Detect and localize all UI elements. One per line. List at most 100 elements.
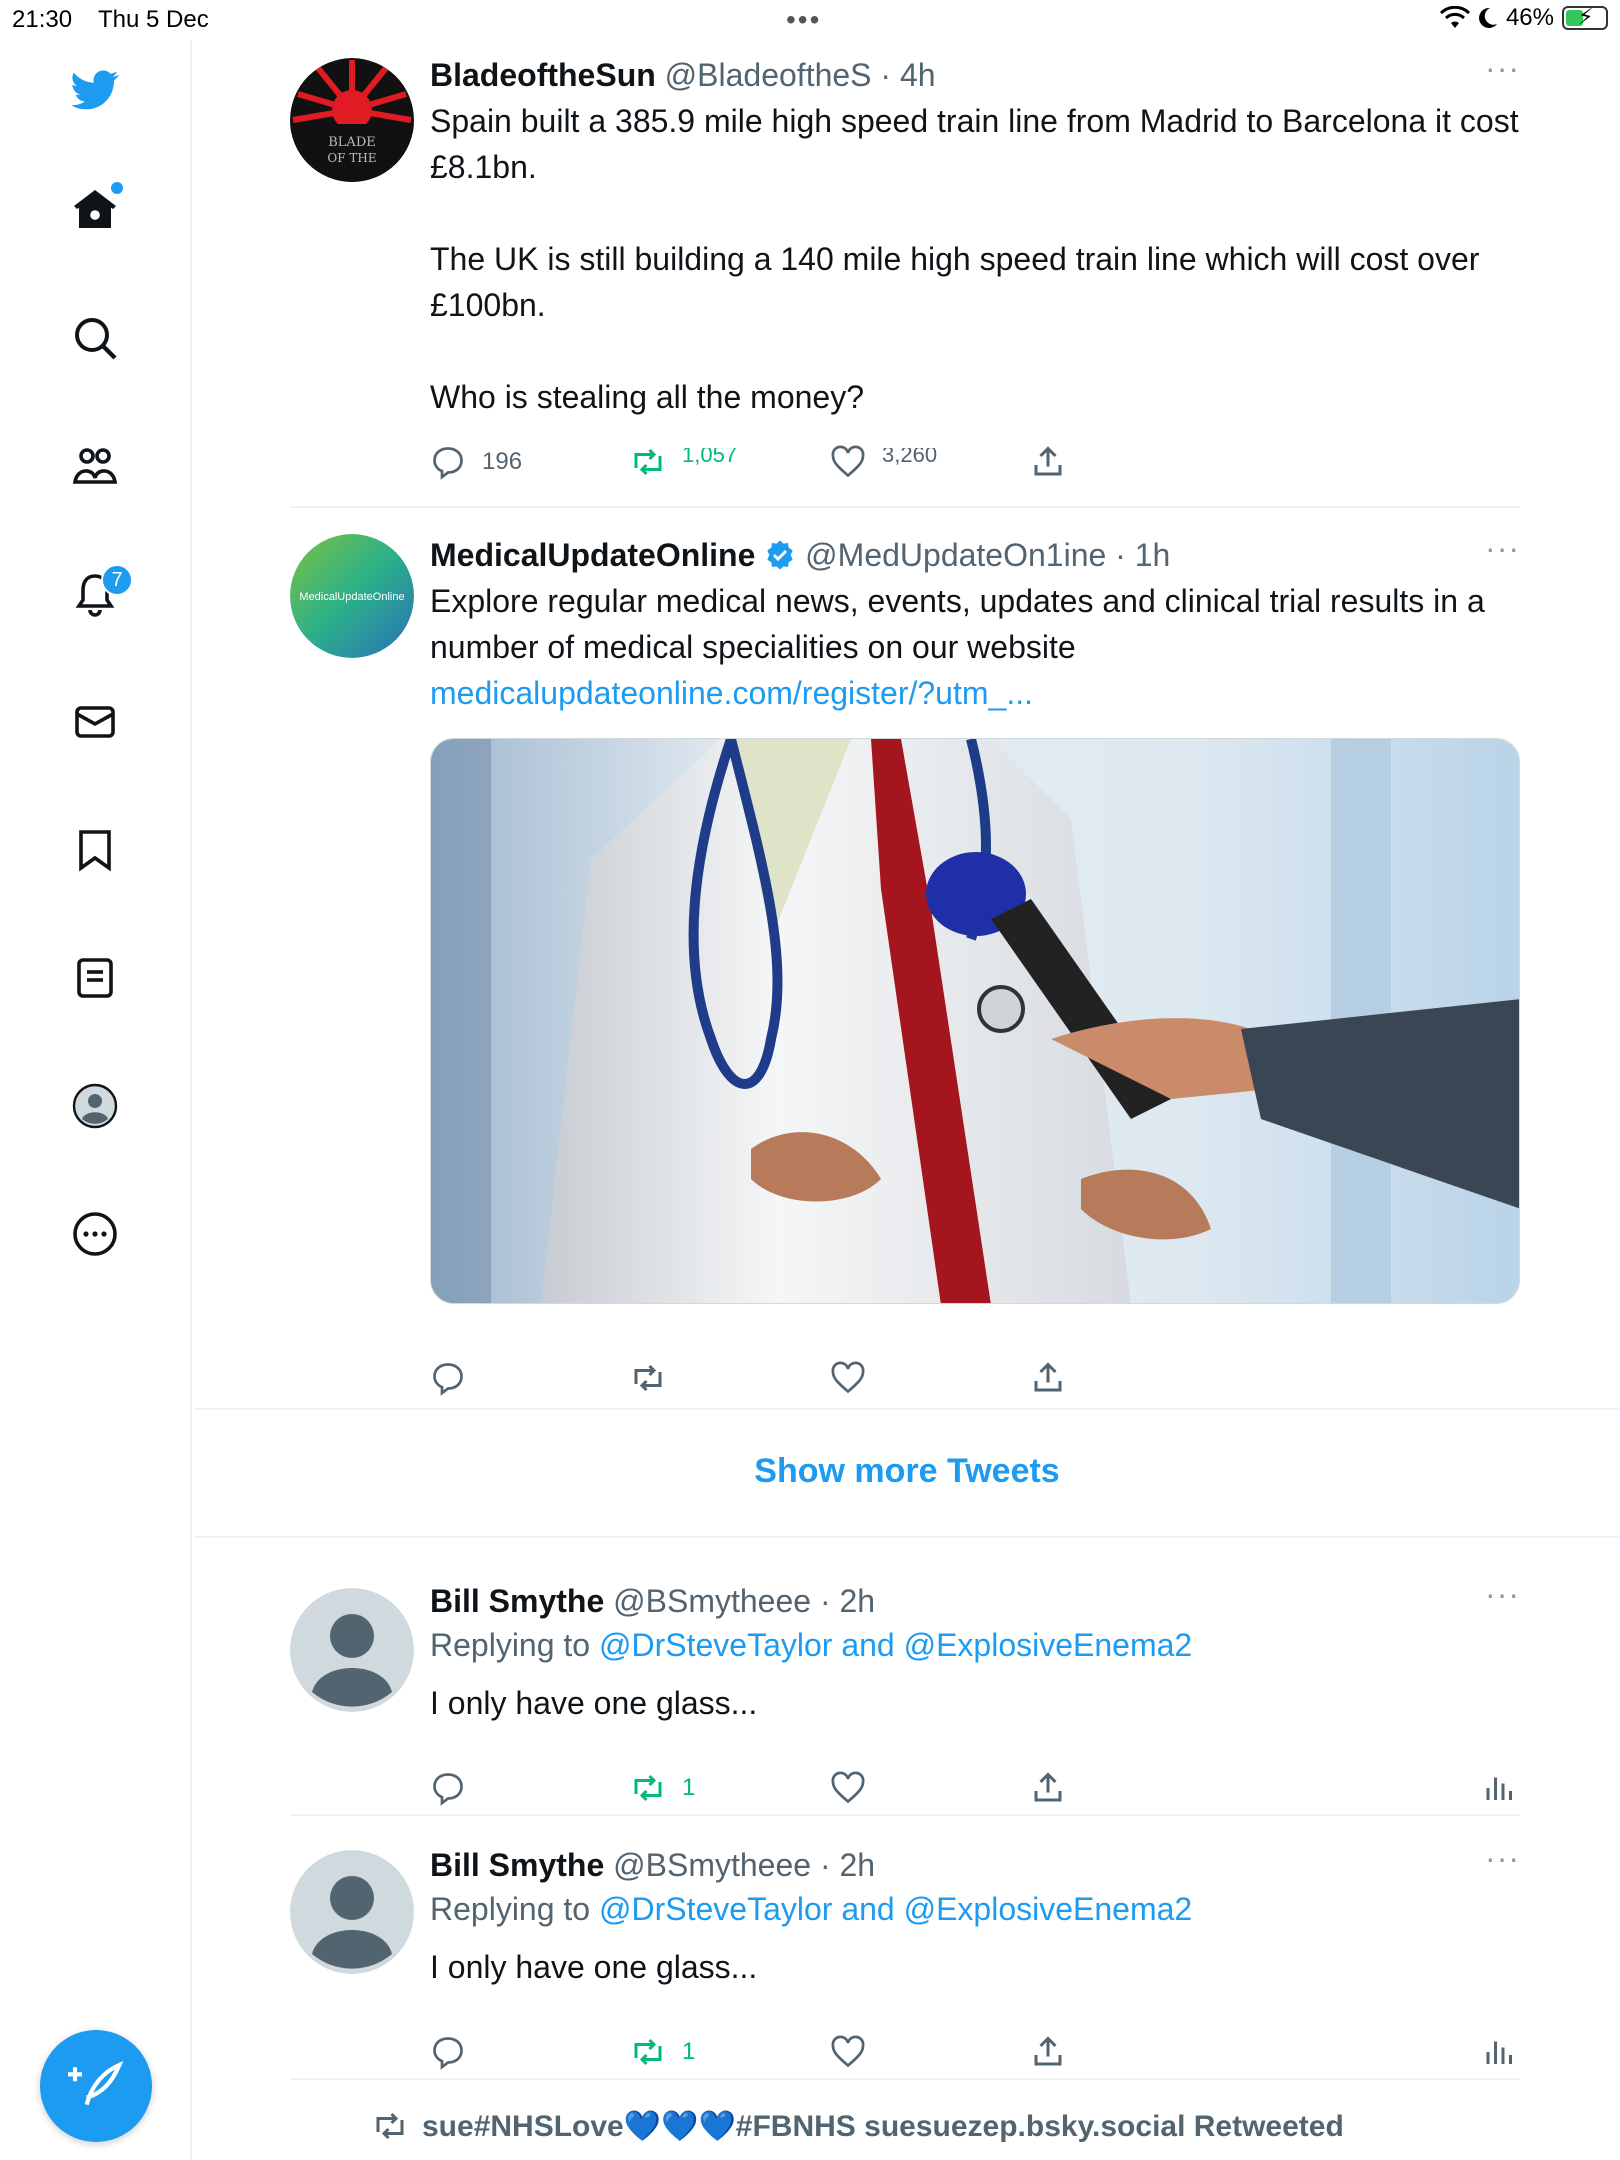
tweet-header: Bill Smythe @BSmytheee · 2h: [430, 1844, 1520, 1886]
show-more-tweets-button[interactable]: Show more Tweets: [194, 1452, 1620, 1491]
analytics-button[interactable]: [1482, 2034, 1518, 2070]
profile-icon[interactable]: [67, 1078, 123, 1134]
reply-button[interactable]: [430, 1360, 466, 1396]
retweeted-by-label: sue#NHSLove💙💙💙#FBNHS suesuezep.bsky.soci…: [422, 2109, 1344, 2143]
tweet-time[interactable]: · 2h: [820, 1847, 875, 1883]
avatar[interactable]: BLADE OF THE: [290, 58, 414, 182]
author-handle[interactable]: @MedUpdateOn1ine: [805, 537, 1106, 573]
messages-icon[interactable]: [67, 694, 123, 750]
share-button[interactable]: [1030, 2034, 1066, 2070]
multitasking-dots-icon[interactable]: •••: [786, 4, 821, 36]
like-button[interactable]: [830, 2034, 866, 2070]
analytics-button[interactable]: [1482, 1770, 1518, 1806]
like-button[interactable]: [830, 1360, 866, 1396]
analytics-icon: [1486, 1777, 1512, 1800]
heart-icon: [831, 2035, 865, 2068]
status-date: Thu 5 Dec: [98, 6, 209, 33]
notifications-icon[interactable]: 7: [67, 564, 133, 622]
home-new-dot: [111, 182, 123, 194]
reply-button[interactable]: [430, 2034, 466, 2070]
retweet-count: 1: [682, 2038, 696, 2065]
author-name[interactable]: BladeoftheSun: [430, 57, 656, 93]
retweet-button[interactable]: 1: [630, 1770, 695, 1806]
verified-badge-icon: [767, 540, 793, 570]
author-handle[interactable]: @BSmytheee: [613, 1847, 811, 1883]
author-name[interactable]: MedicalUpdateOnline: [430, 537, 755, 573]
section-divider: [194, 1536, 1620, 1538]
reply-icon: [433, 1773, 463, 1806]
status-right: 46% ⚡: [1439, 4, 1608, 32]
tweet-actions: 1: [430, 2034, 1520, 2082]
heart-icon: [831, 1771, 865, 1804]
tweet-time[interactable]: · 2h: [820, 1583, 875, 1619]
reply-count: 196: [482, 448, 523, 475]
compose-tweet-button[interactable]: [40, 2030, 152, 2142]
replying-to-label: Replying to: [430, 1627, 591, 1663]
share-icon: [1034, 2036, 1062, 2066]
author-handle[interactable]: @BSmytheee: [613, 1583, 811, 1619]
bookmarks-icon[interactable]: [67, 822, 123, 878]
heart-icon: [831, 445, 865, 478]
reply-icon: [433, 2037, 463, 2070]
notifications-badge: 7: [101, 564, 133, 596]
home-icon[interactable]: [67, 182, 123, 238]
reply-button[interactable]: 196: [430, 444, 522, 480]
reply-icon: [433, 447, 463, 480]
like-button[interactable]: [830, 1770, 866, 1806]
replying-to-mentions[interactable]: @DrSteveTaylor and @ExplosiveEnema2: [599, 1627, 1192, 1663]
avatar-text: MedicalUpdateOnline: [299, 591, 404, 603]
retweet-icon: [634, 448, 662, 476]
tweet-more-icon[interactable]: ···: [1485, 52, 1520, 84]
retweet-count: 1: [682, 1774, 696, 1801]
replying-to: Replying to @DrSteveTaylor and @Explosiv…: [430, 1622, 1520, 1668]
tweet-divider: [290, 506, 1520, 508]
author-handle[interactable]: @BladeoftheS: [665, 57, 872, 93]
tweet-link[interactable]: medicalupdateonline.com/register/?utm_..…: [430, 670, 1520, 716]
tweet-text: Spain built a 385.9 mile high speed trai…: [430, 103, 1519, 415]
share-button[interactable]: [1030, 1360, 1066, 1396]
more-icon[interactable]: [67, 1206, 123, 1262]
share-icon: [1034, 446, 1062, 476]
tweet-time[interactable]: · 4h: [880, 57, 935, 93]
retweet-button[interactable]: 1,057: [630, 444, 737, 480]
retweet-button[interactable]: 1: [630, 2034, 695, 2070]
avatar[interactable]: [290, 1850, 414, 1974]
charging-bolt-icon: ⚡: [1578, 4, 1594, 29]
replying-to: Replying to @DrSteveTaylor and @Explosiv…: [430, 1886, 1520, 1932]
share-button[interactable]: [1030, 1770, 1066, 1806]
twitter-logo-icon[interactable]: [67, 62, 123, 118]
battery-percent: 46%: [1505, 4, 1554, 31]
reply-button[interactable]: [430, 1770, 466, 1806]
retweet-button[interactable]: [630, 1360, 666, 1396]
tweet-media-image[interactable]: [430, 738, 1520, 1304]
tweet-actions: [430, 1360, 1520, 1408]
search-icon[interactable]: [67, 310, 123, 366]
tweet-divider: [290, 2078, 1520, 2080]
lists-icon[interactable]: [67, 950, 123, 1006]
tweet-header: Bill Smythe @BSmytheee · 2h: [430, 1580, 1520, 1622]
retweet-icon: [376, 2112, 404, 2140]
avatar[interactable]: [290, 1588, 414, 1712]
tweet-more-icon[interactable]: ···: [1485, 532, 1520, 564]
author-name[interactable]: Bill Smythe: [430, 1847, 604, 1883]
tweet-more-icon[interactable]: ···: [1485, 1578, 1520, 1610]
share-button[interactable]: [1030, 444, 1066, 480]
retweeted-by[interactable]: sue#NHSLove💙💙💙#FBNHS suesuezep.bsky.soci…: [372, 2108, 1344, 2144]
tweet-header: BladeoftheSun @BladeoftheS · 4h: [430, 54, 1520, 96]
section-divider: [194, 1408, 1620, 1410]
share-icon: [1034, 1772, 1062, 1802]
reply-icon: [433, 1363, 463, 1396]
tweet-time[interactable]: · 1h: [1115, 537, 1170, 573]
author-name[interactable]: Bill Smythe: [430, 1583, 604, 1619]
sidebar: 7: [0, 40, 192, 2160]
like-button[interactable]: 3,260: [830, 444, 937, 480]
communities-icon[interactable]: [67, 438, 123, 494]
avatar[interactable]: MedicalUpdateOnline: [290, 534, 414, 658]
tweet-more-icon[interactable]: ···: [1485, 1842, 1520, 1874]
avatar-text-of-the: OF THE: [327, 151, 376, 165]
like-count: 3,260: [882, 448, 938, 467]
replying-to-mentions[interactable]: @DrSteveTaylor and @ExplosiveEnema2: [599, 1891, 1192, 1927]
moon-icon: [1478, 7, 1497, 28]
retweet-icon: [634, 1774, 662, 1802]
tweet-text: Explore regular medical news, events, up…: [430, 583, 1485, 665]
